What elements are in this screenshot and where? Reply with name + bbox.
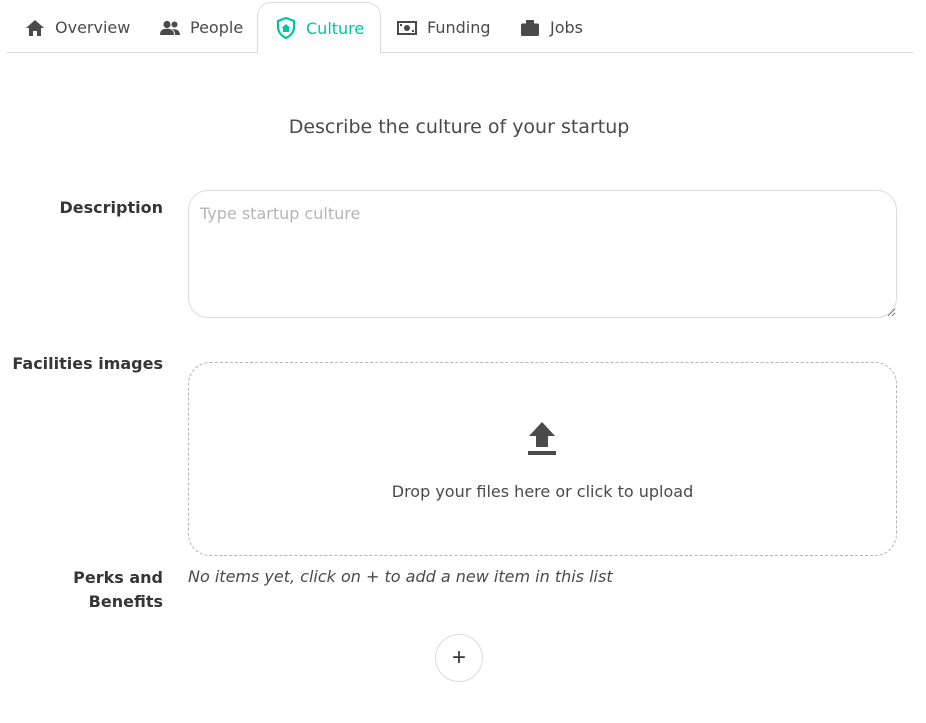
home-icon: [24, 17, 46, 39]
tab-funding-label: Funding: [427, 18, 491, 37]
tab-culture[interactable]: Culture: [257, 2, 382, 54]
tab-jobs-label: Jobs: [550, 18, 583, 37]
file-upload-dropzone[interactable]: Drop your files here or click to upload: [188, 362, 897, 556]
tab-bar: Overview People Culture Funding Jobs: [6, 0, 914, 54]
tab-culture-label: Culture: [306, 18, 365, 38]
tab-overview[interactable]: Overview: [24, 2, 130, 53]
add-item-button[interactable]: +: [435, 634, 483, 682]
perks-empty-message: No items yet, click on + to add a new it…: [188, 567, 613, 586]
dropzone-text: Drop your files here or click to upload: [391, 482, 694, 501]
briefcase-icon: [519, 17, 541, 39]
page-subtitle: Describe the culture of your startup: [288, 116, 630, 138]
description-label: Description: [59, 198, 163, 217]
tab-people[interactable]: People: [159, 2, 243, 53]
tab-people-label: People: [190, 18, 244, 37]
people-icon: [159, 17, 181, 39]
facilities-images-label: Facilities images: [12, 354, 163, 373]
perks-benefits-label: Perks and Benefits: [73, 566, 163, 614]
perks-label-line2: Benefits: [88, 592, 163, 611]
perks-label-line1: Perks and: [73, 568, 163, 587]
upload-icon: [528, 422, 556, 455]
culture-shield-icon: [275, 17, 297, 39]
money-icon: [396, 17, 418, 39]
tab-jobs[interactable]: Jobs: [519, 2, 583, 53]
tab-funding[interactable]: Funding: [396, 2, 491, 53]
tab-overview-label: Overview: [55, 18, 131, 37]
description-textarea[interactable]: [188, 190, 897, 318]
